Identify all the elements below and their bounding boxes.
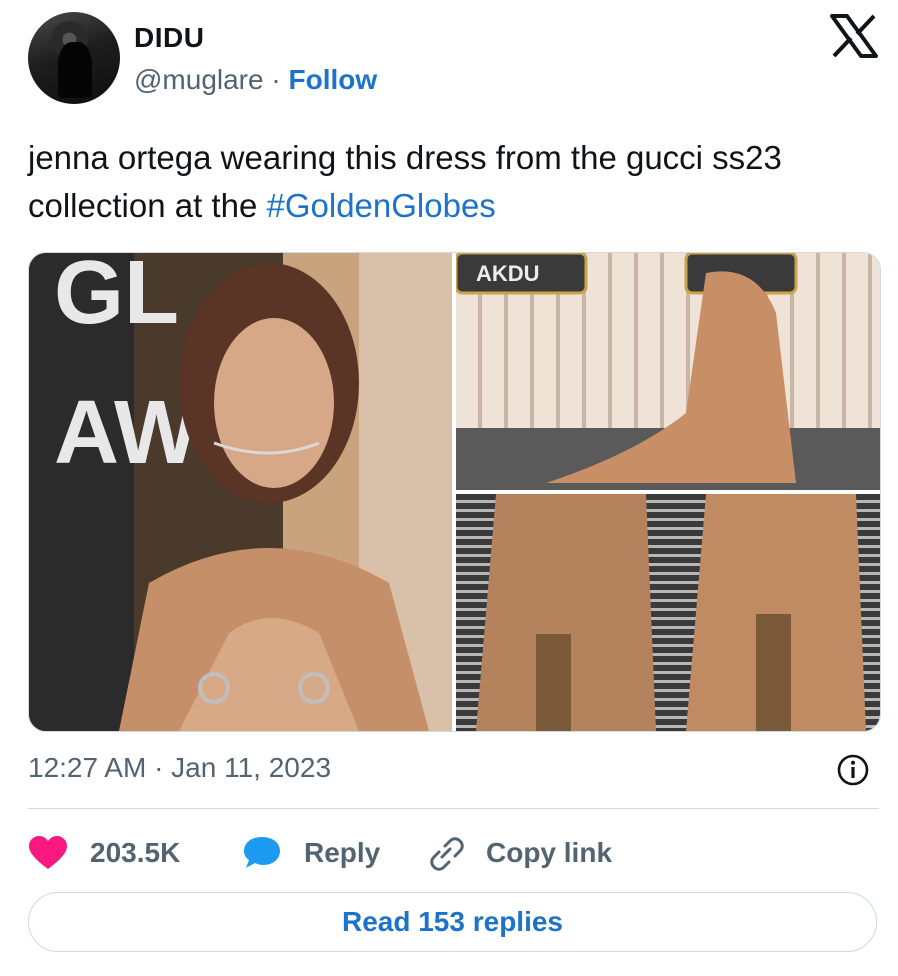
photo-top-art: AKDU	[456, 253, 880, 490]
photo-bottom-art	[476, 494, 866, 731]
author-handle[interactable]: @muglare	[134, 64, 264, 95]
photo-top-right[interactable]: AKDU	[456, 253, 880, 490]
read-replies-button[interactable]: Read 153 replies	[28, 892, 877, 952]
tweet-timestamp[interactable]: 12:27 AM · Jan 11, 2023	[28, 752, 331, 784]
speech-bubble-icon	[244, 837, 280, 868]
svg-text:AW: AW	[54, 383, 199, 483]
hashtag-link[interactable]: #GoldenGlobes	[266, 187, 495, 224]
x-logo-icon[interactable]	[830, 14, 878, 58]
divider	[28, 808, 879, 809]
author-handle-row: @muglare · Follow	[134, 64, 377, 96]
copy-link-button[interactable]: Copy link	[424, 834, 612, 872]
separator-dot: ·	[271, 64, 281, 95]
tweet-text: jenna ortega wearing this dress from the…	[28, 134, 868, 230]
link-icon	[430, 837, 464, 871]
sign-text-top: AKDU	[476, 261, 540, 286]
sign-text-main: GL	[54, 253, 179, 343]
like-count: 203.5K	[90, 837, 181, 868]
follow-button[interactable]: Follow	[288, 64, 377, 95]
photo-bottom-right[interactable]	[456, 494, 880, 731]
copy-link-label: Copy link	[486, 837, 613, 868]
photo-main-art: GL AW	[29, 253, 429, 731]
reply-button[interactable]: Reply	[242, 834, 380, 872]
info-icon[interactable]	[836, 753, 870, 787]
heart-icon	[29, 836, 67, 869]
photo-main[interactable]: GL AW	[29, 253, 452, 731]
author-display-name[interactable]: DIDU	[134, 22, 204, 54]
avatar-figure	[58, 42, 92, 98]
like-button[interactable]: 203.5K	[28, 834, 180, 872]
reply-label: Reply	[304, 837, 381, 868]
avatar[interactable]	[28, 12, 120, 104]
media-grid: GL AW AKDU	[28, 252, 881, 732]
